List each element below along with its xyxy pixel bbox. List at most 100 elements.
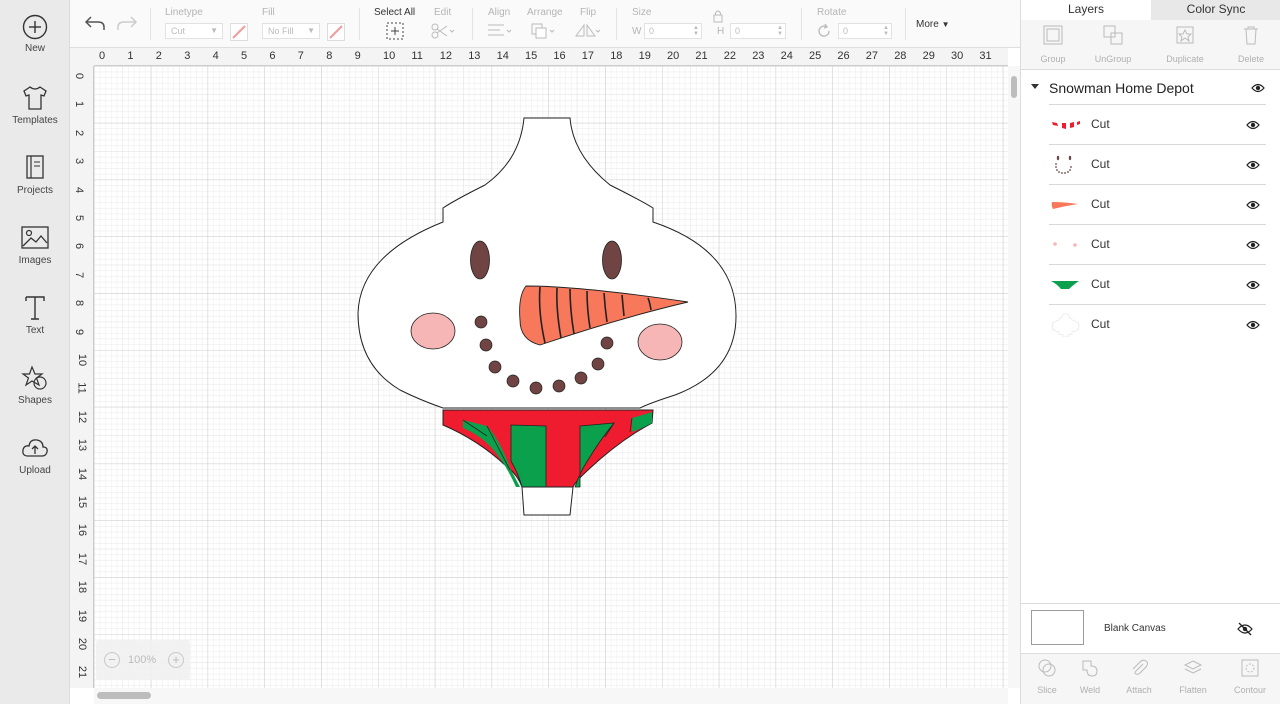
ruler-tick-label: 5 [241,50,248,62]
right-eye [602,240,622,280]
size-label: Size [632,7,652,18]
ornament-neck [521,486,574,516]
layer-name: Cut [1091,277,1110,291]
sidebar-item-projects[interactable]: Projects [0,154,70,214]
ruler-tick-label: 17 [581,50,595,62]
eye-icon[interactable] [1251,83,1265,93]
sidebar-item-images[interactable]: Images [0,224,70,284]
layer-row[interactable]: Cut [1049,264,1266,304]
flip-label: Flip [580,7,597,18]
zoom-out-button[interactable]: − [104,652,120,668]
eye-icon[interactable] [1246,160,1260,170]
layer-row[interactable]: Cut [1049,224,1266,264]
eye-icon[interactable] [1246,200,1260,210]
layer-name: Cut [1091,117,1110,131]
tshirt-icon [23,86,47,110]
left-eye [470,240,490,280]
fill-color-swatch[interactable] [327,23,345,46]
arrange-icon[interactable] [530,22,558,45]
duplicate-button[interactable]: Duplicate [1153,24,1217,64]
weld-button[interactable]: Weld [1064,658,1116,695]
ruler-tick-label: 22 [723,50,737,62]
group-button[interactable]: Group [1021,24,1085,64]
ruler-tick-label: 7 [73,271,86,278]
cloud-upload-icon [22,439,48,457]
flatten-icon [1183,660,1203,674]
vertical-scrollbar[interactable] [1008,66,1020,688]
rotate-input[interactable]: 0 ▲ ▼ [838,23,892,39]
sidebar-item-upload[interactable]: Upload [0,434,70,494]
left-cheek [410,312,456,350]
tab-layers[interactable]: Layers [1021,0,1151,20]
layer-row[interactable]: Cut [1049,144,1266,184]
bottom-tools: Slice Weld Attach Flatten Contour [1021,653,1280,704]
undo-icon[interactable] [84,14,106,37]
delete-button[interactable]: Delete [1219,24,1280,64]
eye-icon[interactable] [1246,120,1260,130]
text-t-icon [25,296,45,320]
flatten-button[interactable]: Flatten [1167,658,1219,695]
align-icon[interactable] [486,22,514,45]
horizontal-scroll-thumb[interactable] [97,692,151,699]
ruler-tick-label: 6 [73,243,86,250]
more-button[interactable]: More ▼ [916,19,950,30]
ruler-tick-label: 23 [752,50,765,62]
tab-color-sync[interactable]: Color Sync [1151,0,1280,20]
fill-select[interactable]: No Fill ▼ [262,23,320,39]
ruler-tick-label: 3 [73,158,86,165]
layer-row[interactable]: Cut [1049,304,1266,344]
sidebar-item-new[interactable]: New [0,14,70,74]
ruler-horizontal: 0 1 2 3 4 5 6 7 8 9 10 11 12 13 14 15 16 17 18 19 20 21 22 23 24… [94,48,1008,66]
ruler-tick-label: 16 [553,50,566,62]
eye-icon[interactable] [1246,320,1260,330]
width-input[interactable]: 0 ▲ ▼ [644,23,702,39]
top-toolbar: Linetype Cut ▼ Fill No Fill ▼ Select All E… [70,0,1020,48]
tool-label: Contour [1233,685,1267,695]
layer-row[interactable]: Cut [1049,184,1266,224]
ruler-tick-label: 10 [76,353,89,367]
flip-icon[interactable] [574,22,602,45]
edit-icon[interactable] [430,22,456,45]
linetype-color-swatch[interactable] [230,23,248,46]
width-value: 0 [649,26,655,36]
attach-button[interactable]: Attach [1113,658,1165,695]
eye-icon[interactable] [1246,240,1260,250]
height-input[interactable]: 0 ▲ ▼ [730,23,786,39]
select-all-icon[interactable] [386,22,404,45]
ruler-tick-label: 4 [212,50,219,62]
height-value: 0 [735,26,741,36]
sidebar-item-label: Projects [16,185,54,196]
blank-canvas-label: Blank Canvas [1104,623,1166,634]
sidebar-item-label: Upload [19,465,51,476]
redo-icon[interactable] [116,14,138,37]
sidebar-item-shapes[interactable]: Shapes [0,364,70,424]
eye-icon[interactable] [1246,280,1260,290]
layer-group[interactable]: Snowman Home Depot [1021,72,1271,104]
vertical-scroll-thumb[interactable] [1011,76,1017,98]
canvas-swatch[interactable] [1031,610,1084,645]
minus-icon: − [108,652,116,667]
horizontal-scrollbar[interactable] [94,688,1008,704]
ungroup-button[interactable]: UnGroup [1081,24,1145,64]
sidebar-item-templates[interactable]: Templates [0,84,70,144]
caret-down-icon[interactable] [1031,84,1039,89]
contour-icon [1241,659,1259,677]
ruler-tick-label: 11 [75,382,88,395]
ruler-tick-label: 4 [73,186,86,193]
ruler-tick-label: 25 [809,50,822,62]
linetype-label: Linetype [165,7,203,18]
design-canvas[interactable]: 0 1 2 3 4 5 6 7 8 9 10 11 12 13 14 15 16 17 18 19 20 21 22 23 24… [70,48,1020,704]
eye-hidden-icon[interactable] [1237,622,1253,636]
height-label: H [717,26,725,37]
blank-canvas-row[interactable]: Blank Canvas [1021,603,1280,653]
ruler-tick-label: 20 [76,637,89,651]
ruler-tick-label: 26 [837,50,850,62]
zoom-in-button[interactable]: + [168,652,184,668]
duplicate-icon [1176,26,1194,44]
canvas-grid[interactable] [94,66,1008,688]
linetype-select[interactable]: Cut ▼ [165,23,223,39]
contour-button[interactable]: Contour [1224,658,1276,695]
sidebar-item-text[interactable]: Text [0,294,70,354]
right-panel: Layers Color Sync Group UnGroup Duplicat… [1020,0,1280,704]
layer-row[interactable]: Cut [1049,104,1266,144]
